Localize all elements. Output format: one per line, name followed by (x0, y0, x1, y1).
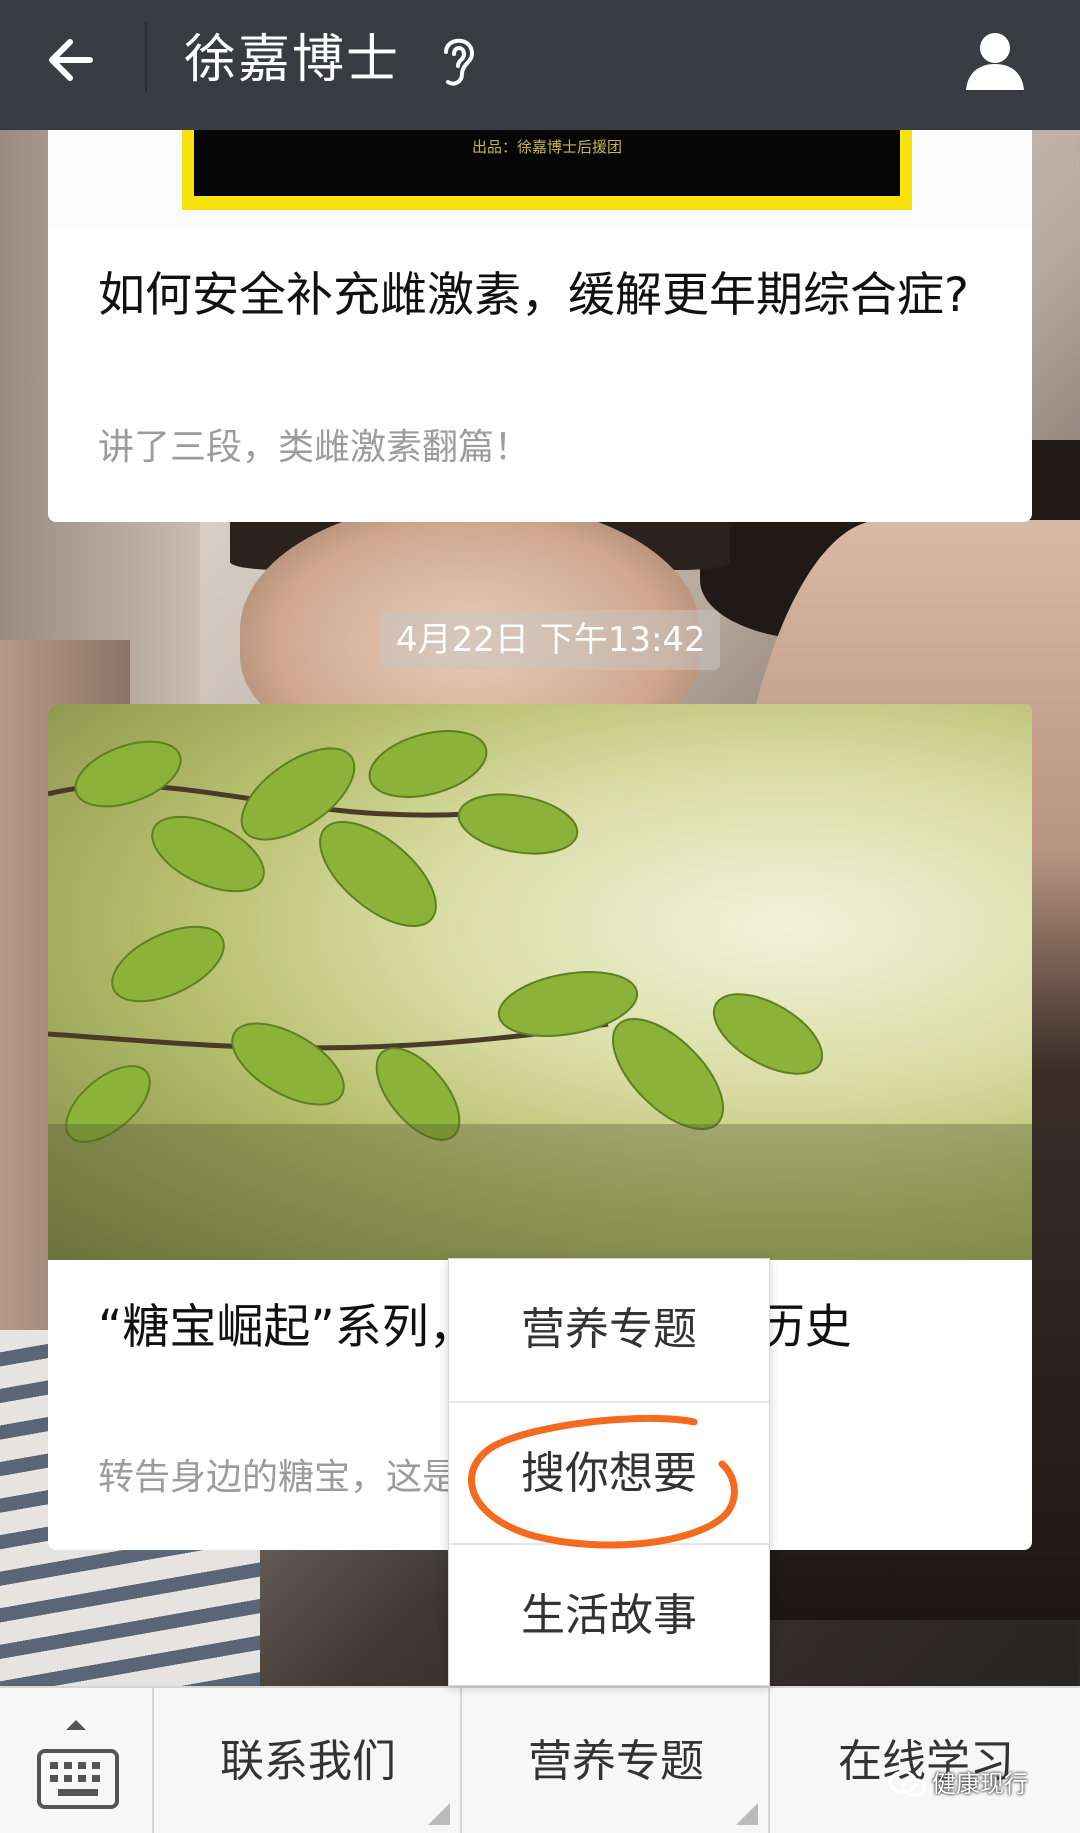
header-divider (145, 22, 147, 92)
menu-contact-us[interactable]: 联系我们 (156, 1688, 462, 1833)
submenu-indicator-icon (736, 1803, 758, 1825)
watermark: 健康现行 (888, 1768, 1028, 1800)
ear-icon[interactable] (436, 30, 480, 90)
menu-online-learning[interactable]: 在线学习 (772, 1688, 1080, 1833)
article-title: 如何安全补充雌激素，缓解更年期综合症? (98, 268, 969, 323)
submenu-item-nutrition[interactable]: 营养专题 (449, 1259, 769, 1401)
page-title: 徐嘉博士 (184, 30, 401, 90)
top-bar: 徐嘉博士 (0, 0, 1080, 130)
message-timestamp: 4月22日 下午13:42 (382, 610, 720, 670)
bottom-menu-bar: 联系我们 营养专题 在线学习 (0, 1686, 1080, 1833)
article-card[interactable]: 出品：徐嘉博士后援团 如何安全补充雌激素，缓解更年期综合症? 讲了三段，类雌激素… (48, 110, 1032, 522)
caret-up-icon (66, 1720, 86, 1730)
menu-nutrition-topics[interactable]: 营养专题 (464, 1688, 770, 1833)
arrow-left-icon[interactable] (40, 28, 110, 98)
keyboard-toggle-button[interactable] (0, 1688, 154, 1833)
watermark-text: 健康现行 (932, 1770, 1028, 1798)
submenu-indicator-icon (428, 1803, 450, 1825)
person-icon[interactable] (962, 28, 1028, 92)
keyboard-icon (36, 1748, 120, 1810)
submenu-item-life-stories[interactable]: 生活故事 (449, 1543, 769, 1685)
article-cover-image (48, 704, 1032, 1260)
highlight-circle-annotation (467, 1414, 738, 1549)
wechat-logo-icon (888, 1770, 927, 1797)
menu-label: 营养专题 (528, 1736, 704, 1787)
menu-label: 联系我们 (220, 1736, 396, 1787)
article-summary: 讲了三段，类雌激素翻篇！ (98, 427, 531, 468)
thumbnail-credit: 出品：徐嘉博士后援团 (471, 138, 622, 156)
